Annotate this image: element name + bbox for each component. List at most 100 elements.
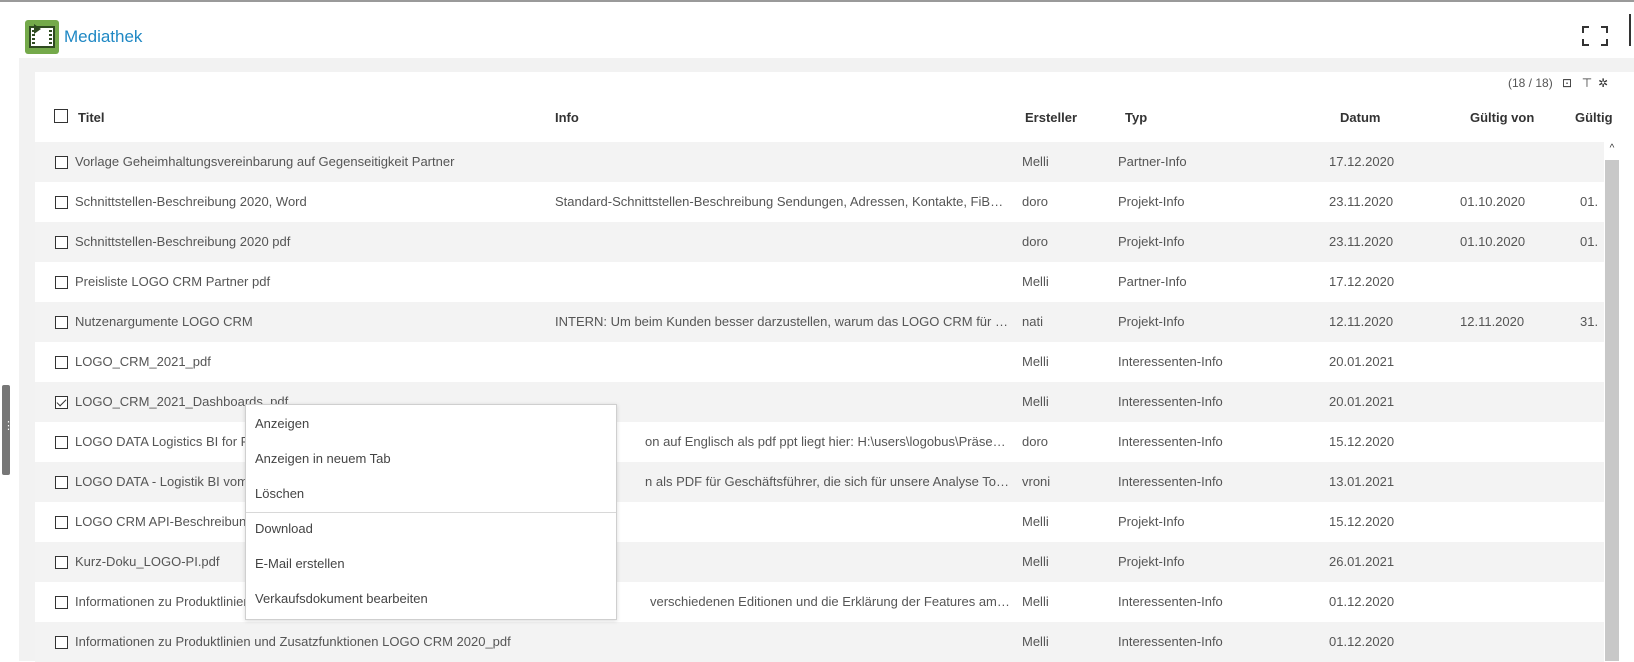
menu-item-view-new-tab[interactable]: Anzeigen in neuem Tab bbox=[255, 451, 391, 466]
cell-creator: doro bbox=[1022, 234, 1049, 249]
app-header: Mediathek bbox=[25, 20, 142, 54]
window-top-border bbox=[0, 0, 1634, 2]
cell-valid-to: 31. bbox=[1580, 314, 1599, 329]
column-header-date[interactable]: Datum bbox=[1340, 110, 1380, 125]
cell-creator: doro bbox=[1022, 434, 1049, 449]
cell-date: 17.12.2020 bbox=[1329, 154, 1395, 169]
cell-date: 26.01.2021 bbox=[1329, 554, 1395, 569]
scroll-up-arrow-icon[interactable]: ^ bbox=[1604, 142, 1620, 156]
row-checkbox[interactable] bbox=[55, 156, 68, 169]
menu-item-edit-sales-document[interactable]: Verkaufsdokument bearbeiten bbox=[255, 591, 428, 606]
row-checkbox[interactable] bbox=[55, 356, 68, 369]
window-right-edge bbox=[1629, 14, 1631, 46]
cell-date: 01.12.2020 bbox=[1329, 634, 1395, 649]
menu-item-create-email[interactable]: E-Mail erstellen bbox=[255, 556, 345, 571]
cell-type: Projekt-Info bbox=[1118, 194, 1185, 209]
cell-date: 13.01.2021 bbox=[1329, 474, 1395, 489]
cell-creator: Melli bbox=[1022, 274, 1049, 289]
row-checkbox[interactable] bbox=[55, 636, 68, 649]
row-checkbox[interactable] bbox=[55, 556, 68, 569]
cell-type: Partner-Info bbox=[1118, 274, 1187, 289]
row-checkbox[interactable] bbox=[55, 236, 68, 249]
column-header-creator[interactable]: Ersteller bbox=[1025, 110, 1077, 125]
select-all-checkbox[interactable] bbox=[54, 109, 68, 123]
row-checkbox[interactable] bbox=[55, 516, 68, 529]
clear-filter-icon[interactable]: ⊤ bbox=[1580, 76, 1594, 90]
vertical-scrollbar[interactable]: ^ bbox=[1604, 142, 1620, 661]
cell-creator: Melli bbox=[1022, 514, 1049, 529]
settings-gear-icon[interactable]: ✲ bbox=[1596, 76, 1610, 90]
app-title[interactable]: Mediathek bbox=[64, 27, 142, 47]
cell-date: 15.12.2020 bbox=[1329, 434, 1395, 449]
cell-creator: Melli bbox=[1022, 634, 1049, 649]
table-row[interactable]: Preisliste LOGO CRM Partner pdf Melli Pa… bbox=[35, 262, 1604, 302]
cell-type: Partner-Info bbox=[1118, 154, 1187, 169]
context-menu: Anzeigen Anzeigen in neuem Tab Löschen D… bbox=[245, 404, 617, 620]
cell-title: Preisliste LOGO CRM Partner pdf bbox=[75, 274, 271, 289]
cell-creator: Melli bbox=[1022, 354, 1049, 369]
table-row[interactable]: Schnittstellen-Beschreibung 2020 pdf dor… bbox=[35, 222, 1604, 262]
cell-type: Projekt-Info bbox=[1118, 514, 1185, 529]
cell-info: Standard-Schnittstellen-Beschreibung Sen… bbox=[555, 194, 1010, 209]
table-row[interactable]: Informationen zu Produktlinien und Zusat… bbox=[35, 622, 1604, 662]
cell-date: 23.11.2020 bbox=[1329, 194, 1394, 209]
cell-type: Projekt-Info bbox=[1118, 314, 1185, 329]
cell-type: Projekt-Info bbox=[1118, 234, 1185, 249]
cell-type: Interessenten-Info bbox=[1118, 354, 1223, 369]
cell-info: INTERN: Um beim Kunden besser darzustell… bbox=[555, 314, 1010, 329]
cell-type: Interessenten-Info bbox=[1118, 474, 1223, 489]
table-row[interactable]: Nutzenargumente LOGO CRM INTERN: Um beim… bbox=[35, 302, 1604, 342]
column-header-info[interactable]: Info bbox=[555, 110, 579, 125]
cell-valid-from: 01.10.2020 bbox=[1460, 194, 1526, 209]
column-header-title[interactable]: Titel bbox=[78, 110, 105, 125]
cell-date: 01.12.2020 bbox=[1329, 594, 1395, 609]
cell-date: 15.12.2020 bbox=[1329, 514, 1395, 529]
cell-title: Schnittstellen-Beschreibung 2020 pdf bbox=[75, 234, 291, 249]
column-header-valid-to[interactable]: Gültig bbox=[1575, 110, 1613, 125]
menu-item-view[interactable]: Anzeigen bbox=[255, 416, 309, 431]
cell-valid-from: 01.10.2020 bbox=[1460, 234, 1526, 249]
cell-valid-to: 01. bbox=[1580, 234, 1599, 249]
table-row[interactable]: Schnittstellen-Beschreibung 2020, Word S… bbox=[35, 182, 1604, 222]
cell-date: 12.11.2020 bbox=[1329, 314, 1394, 329]
menu-item-download[interactable]: Download bbox=[255, 521, 313, 536]
cell-creator: nati bbox=[1022, 314, 1043, 329]
export-icon[interactable]: ⊡ bbox=[1560, 76, 1574, 90]
cell-title: Informationen zu Produktlinien und Zusat… bbox=[75, 634, 511, 649]
menu-separator bbox=[246, 512, 616, 513]
menu-item-delete[interactable]: Löschen bbox=[255, 486, 304, 501]
row-checkbox[interactable] bbox=[55, 316, 68, 329]
column-header-type[interactable]: Typ bbox=[1125, 110, 1147, 125]
cell-valid-from: 12.11.2020 bbox=[1460, 314, 1525, 329]
cell-creator: Melli bbox=[1022, 554, 1049, 569]
side-panel-handle[interactable] bbox=[2, 385, 14, 475]
cell-creator: Melli bbox=[1022, 594, 1049, 609]
cell-type: Interessenten-Info bbox=[1118, 594, 1223, 609]
cell-type: Interessenten-Info bbox=[1118, 434, 1223, 449]
cell-creator: Melli bbox=[1022, 154, 1049, 169]
cell-date: 23.11.2020 bbox=[1329, 234, 1394, 249]
table-row[interactable]: Vorlage Geheimhaltungsvereinbarung auf G… bbox=[35, 142, 1604, 182]
cell-type: Projekt-Info bbox=[1118, 554, 1185, 569]
cell-creator: Melli bbox=[1022, 394, 1049, 409]
row-checkbox[interactable] bbox=[55, 596, 68, 609]
cell-creator: doro bbox=[1022, 194, 1049, 209]
cell-date: 20.01.2021 bbox=[1329, 394, 1395, 409]
cell-title: Vorlage Geheimhaltungsvereinbarung auf G… bbox=[75, 154, 455, 169]
fullscreen-icon[interactable] bbox=[1582, 26, 1608, 46]
cell-date: 20.01.2021 bbox=[1329, 354, 1395, 369]
column-header-valid-from[interactable]: Gültig von bbox=[1470, 110, 1534, 125]
row-checkbox[interactable] bbox=[55, 196, 68, 209]
cell-title: Schnittstellen-Beschreibung 2020, Word bbox=[75, 194, 307, 209]
scrollbar-thumb[interactable] bbox=[1605, 160, 1619, 661]
cell-info: verschiedenen Editionen und die Erklärun… bbox=[650, 594, 1010, 609]
cell-title: Nutzenargumente LOGO CRM bbox=[75, 314, 253, 329]
cell-type: Interessenten-Info bbox=[1118, 394, 1223, 409]
cell-valid-to: 01. bbox=[1580, 194, 1599, 209]
row-checkbox[interactable] bbox=[55, 276, 68, 289]
table-row[interactable]: LOGO_CRM_2021_pdf Melli Interessenten-In… bbox=[35, 342, 1604, 382]
row-checkbox[interactable] bbox=[55, 476, 68, 489]
row-checkbox-checked[interactable] bbox=[55, 396, 68, 409]
cell-type: Interessenten-Info bbox=[1118, 634, 1223, 649]
row-checkbox[interactable] bbox=[55, 436, 68, 449]
